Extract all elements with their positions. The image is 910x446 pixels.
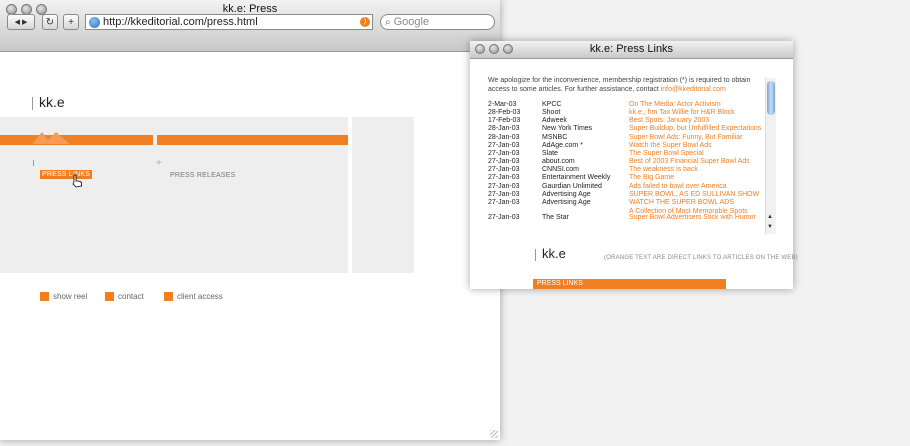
back-forward-button[interactable]: ◀ ▶ xyxy=(7,14,35,30)
logo-divider xyxy=(32,97,33,110)
search-placeholder[interactable]: Google xyxy=(394,16,429,28)
rss-icon[interactable]: ) xyxy=(360,17,370,27)
popup-logo[interactable]: kk.e xyxy=(535,246,566,261)
scroll-thumb[interactable] xyxy=(767,81,775,115)
tab-press-links[interactable]: PRESS LINKS xyxy=(40,170,93,179)
show-reel-label[interactable]: show reel xyxy=(53,292,87,301)
popup-tab-press-links[interactable]: PRESS LINKS xyxy=(537,280,583,287)
tab-press-releases[interactable]: PRESS RELEASES xyxy=(170,172,235,179)
popup-tab-bar: PRESS LINKS xyxy=(533,279,726,289)
resize-grip-icon[interactable] xyxy=(490,430,498,438)
url-text[interactable]: http://kkeditorial.com/press.html xyxy=(103,16,360,28)
search-field[interactable]: ⌕ Google xyxy=(380,14,495,30)
site-logo[interactable]: kk.e xyxy=(32,94,65,110)
scroll-up-arrow-icon[interactable]: ▲ xyxy=(767,214,773,220)
add-bookmark-button[interactable]: + xyxy=(63,14,79,30)
popup-scrollbar[interactable]: ▲ ▼ xyxy=(765,78,776,234)
page-content: kk.e PRESS LINKS + PRESS RELEASES show r… xyxy=(0,52,500,440)
back-icon[interactable]: ◀ xyxy=(15,18,20,26)
show-reel-icon xyxy=(40,292,49,301)
main-toolbar: kk.e: Press ◀ ▶ ↻ + http://kkeditorial.c… xyxy=(0,0,500,52)
reload-button[interactable]: ↻ xyxy=(42,14,58,30)
footer-link-show-reel[interactable]: show reel xyxy=(40,292,87,301)
globe-icon xyxy=(89,16,100,28)
contact-icon xyxy=(105,292,114,301)
popup-titlebar: kk.e: Press Links xyxy=(470,41,793,59)
client-access-label[interactable]: client access xyxy=(177,292,223,301)
side-panel xyxy=(352,117,414,273)
article-title[interactable]: Super Bowl Advertisers Stick with Humor xyxy=(629,213,769,222)
popup-logo-text: kk.e xyxy=(542,246,566,261)
contact-email-link[interactable]: info@kkeditorial.com xyxy=(661,86,726,93)
plus-icon: + xyxy=(156,158,162,169)
hand-cursor-icon xyxy=(72,174,82,188)
footer-link-client-access[interactable]: client access xyxy=(164,292,223,301)
popup-logo-divider xyxy=(535,249,536,261)
address-bar[interactable]: http://kkeditorial.com/press.html ) xyxy=(85,14,373,30)
row-article-link[interactable]: Super Bowl Advertisers Stick with Humor xyxy=(629,213,769,222)
contact-label[interactable]: contact xyxy=(118,292,144,301)
scroll-down-arrow-icon[interactable]: ▼ xyxy=(767,224,773,230)
article-title[interactable]: WATCH THE SUPER BOWL ADS xyxy=(629,198,769,207)
main-browser-window: kk.e: Press ◀ ▶ ↻ + http://kkeditorial.c… xyxy=(0,0,500,440)
reload-icon: ↻ xyxy=(45,16,55,28)
search-icon: ⌕ xyxy=(385,16,391,28)
forward-icon[interactable]: ▶ xyxy=(22,18,27,26)
row-publication: The Star xyxy=(542,213,569,221)
logo-text: kk.e xyxy=(39,94,65,110)
tab-bar-right xyxy=(157,135,348,145)
intro-text: We apologize for the inconvenience, memb… xyxy=(488,76,762,94)
footer-link-contact[interactable]: contact xyxy=(105,292,144,301)
tab-divider xyxy=(33,160,34,166)
client-access-icon xyxy=(164,292,173,301)
popup-title: kk.e: Press Links xyxy=(589,43,674,55)
orange-text-note: (ORANGE TEXT ARE DIRECT LINKS TO ARTICLE… xyxy=(604,255,798,261)
press-link-row: 27-Jan-03 The Star Super Bowl Advertisers … xyxy=(488,213,769,222)
add-icon: + xyxy=(68,16,74,28)
tab-graphic xyxy=(32,132,70,144)
row-date: 27-Jan-03 xyxy=(488,213,520,221)
